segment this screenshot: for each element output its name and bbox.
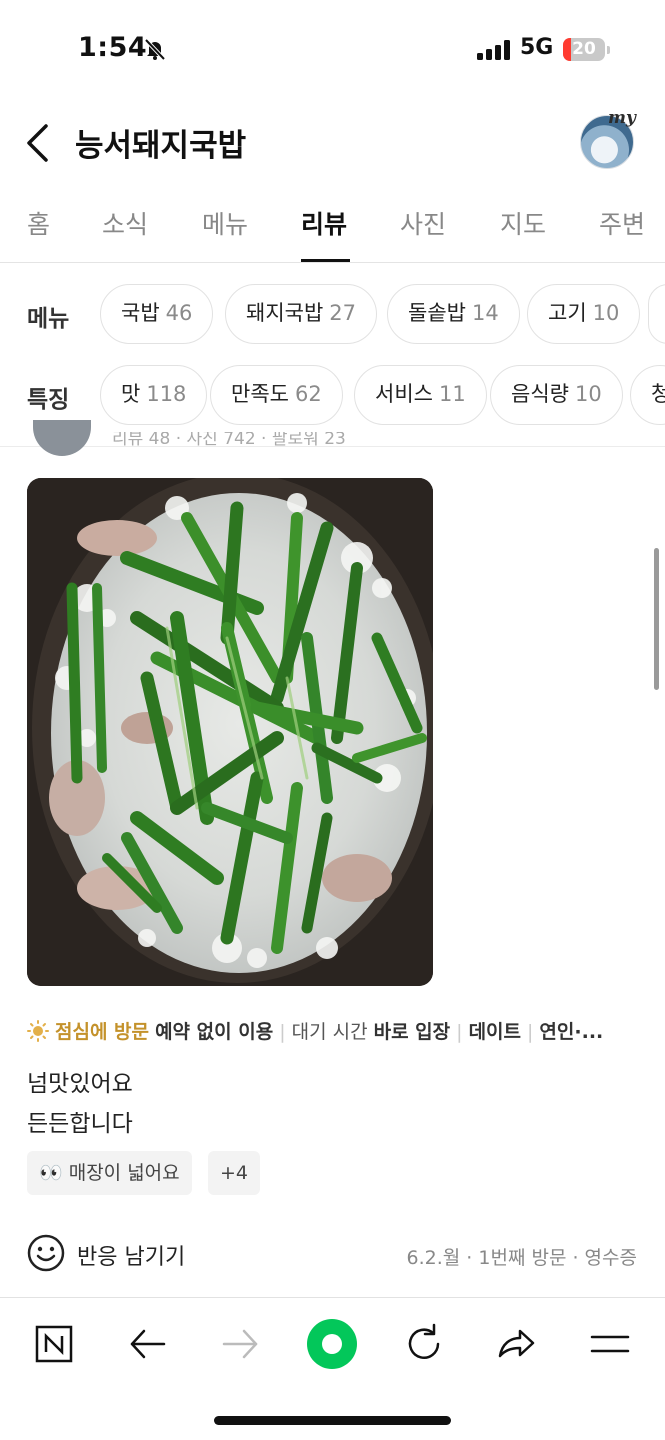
- companion-tag: 연인·...: [539, 1021, 604, 1043]
- share-icon[interactable]: [490, 1318, 542, 1370]
- chip-label: 맛: [121, 382, 141, 406]
- feature-chip[interactable]: 서비스 11: [354, 365, 487, 425]
- back-arrow-icon[interactable]: [122, 1318, 174, 1370]
- meal-time-tag: 점심에 방문: [55, 1021, 150, 1043]
- tab-map[interactable]: 지도: [500, 205, 546, 241]
- menu-filter-row: 메뉴 국밥 46 돼지국밥 27 돌솥밥 14 고기 10: [0, 284, 665, 346]
- menu-icon[interactable]: [584, 1318, 636, 1370]
- tag-separator: |: [279, 1021, 286, 1043]
- menu-chip[interactable]: 돼지국밥 27: [225, 284, 378, 344]
- keyword-label: 매장이 넓어요: [68, 1162, 180, 1184]
- green-dot-icon[interactable]: [306, 1318, 358, 1370]
- chip-count: 10: [574, 382, 602, 406]
- reservation-tag: 예약 없이 이용: [155, 1021, 274, 1043]
- feature-filter-label: 특징: [27, 387, 70, 413]
- visit-info: 6.2.월 · 1번째 방문 · 영수증: [406, 1247, 637, 1269]
- sun-icon: [27, 1020, 49, 1042]
- tab-menu[interactable]: 메뉴: [202, 205, 248, 241]
- visit-tags: 점심에 방문 예약 없이 이용 | 대기 시간 바로 입장 | 데이트 | 연인·...: [27, 1017, 637, 1044]
- reviewer-meta-text: 리뷰 48 · 사진 742 · 팔로워 23: [112, 432, 346, 446]
- gukbap-photo-illustration: [27, 478, 433, 986]
- home-indicator[interactable]: [214, 1416, 451, 1425]
- scrollbar[interactable]: [654, 548, 659, 690]
- filters-divider: [0, 446, 665, 447]
- more-keywords-button[interactable]: +4: [208, 1151, 261, 1195]
- chip-label: 청: [651, 382, 665, 406]
- battery-icon: 20: [563, 38, 605, 61]
- active-tab-indicator: [301, 259, 350, 262]
- keyword-chip[interactable]: 👀 매장이 넓어요: [27, 1151, 192, 1195]
- review-text-line: 넘맛있어요: [27, 1071, 133, 1097]
- chip-label: 서비스: [375, 382, 433, 406]
- chip-label: 국밥: [121, 301, 160, 325]
- chip-count: 46: [165, 301, 193, 325]
- purpose-tag: 데이트: [468, 1021, 522, 1043]
- status-bar: 1:54 5G 20: [0, 0, 665, 100]
- battery-percent: 20: [572, 39, 596, 59]
- refresh-icon[interactable]: [398, 1318, 450, 1370]
- reviewer-avatar[interactable]: [33, 420, 91, 456]
- menu-chip[interactable]: 고기 10: [527, 284, 641, 344]
- feature-chip-overflow[interactable]: 청: [630, 365, 665, 425]
- menu-chip-overflow[interactable]: [648, 284, 665, 344]
- back-button[interactable]: [18, 118, 62, 168]
- wait-label: 대기 시간: [291, 1021, 368, 1043]
- chip-label: 만족도: [231, 382, 289, 406]
- page-title: 능서돼지국밥: [75, 128, 247, 164]
- tab-nearby[interactable]: 주변: [599, 205, 645, 241]
- chip-count: 27: [329, 301, 357, 325]
- tag-separator: |: [527, 1021, 534, 1043]
- tab-photos[interactable]: 사진: [400, 205, 446, 241]
- chip-label: 돼지국밥: [246, 301, 324, 325]
- tag-separator: |: [456, 1021, 463, 1043]
- menu-chip[interactable]: 국밥 46: [100, 284, 214, 344]
- battery-cap: [607, 46, 610, 54]
- wait-value: 바로 입장: [373, 1021, 451, 1043]
- chip-label: 음식량: [511, 382, 569, 406]
- tab-news[interactable]: 소식: [102, 205, 148, 241]
- tab-reviews[interactable]: 리뷰: [301, 205, 347, 241]
- feature-chip[interactable]: 음식량 10: [490, 365, 623, 425]
- eyes-icon: 👀: [39, 1162, 63, 1184]
- chip-count: 62: [294, 382, 322, 406]
- naver-home-icon[interactable]: [28, 1318, 80, 1370]
- my-badge: my: [608, 108, 636, 128]
- chip-count: 14: [471, 301, 499, 325]
- signal-icon: [477, 40, 510, 60]
- bell-slash-icon: [144, 38, 166, 61]
- tab-bar: 홈 소식 메뉴 리뷰 사진 지도 주변: [0, 195, 665, 263]
- chip-count: 118: [146, 382, 187, 406]
- menu-chip[interactable]: 돌솥밥 14: [387, 284, 520, 344]
- chip-count: 11: [438, 382, 466, 406]
- forward-arrow-icon[interactable]: [214, 1318, 266, 1370]
- network-label: 5G: [520, 35, 554, 60]
- tab-home[interactable]: 홈: [27, 205, 50, 241]
- feature-chip[interactable]: 맛 118: [100, 365, 208, 425]
- chip-label: 돌솥밥: [408, 301, 466, 325]
- feature-chip[interactable]: 만족도 62: [210, 365, 343, 425]
- chip-count: 10: [592, 301, 620, 325]
- react-label: 반응 남기기: [77, 1245, 186, 1270]
- review-text-line: 든든합니다: [27, 1111, 133, 1137]
- reviewer-meta: 리뷰 48 · 사진 742 · 팔로워 23: [112, 432, 432, 446]
- smile-icon: [27, 1234, 65, 1272]
- menu-filter-label: 메뉴: [27, 306, 70, 332]
- review-photo[interactable]: [27, 478, 433, 986]
- feature-filter-row: 특징 맛 118 만족도 62 서비스 11 음식량 10 청: [0, 365, 665, 427]
- status-time: 1:54: [78, 32, 148, 63]
- chip-label: 고기: [548, 301, 587, 325]
